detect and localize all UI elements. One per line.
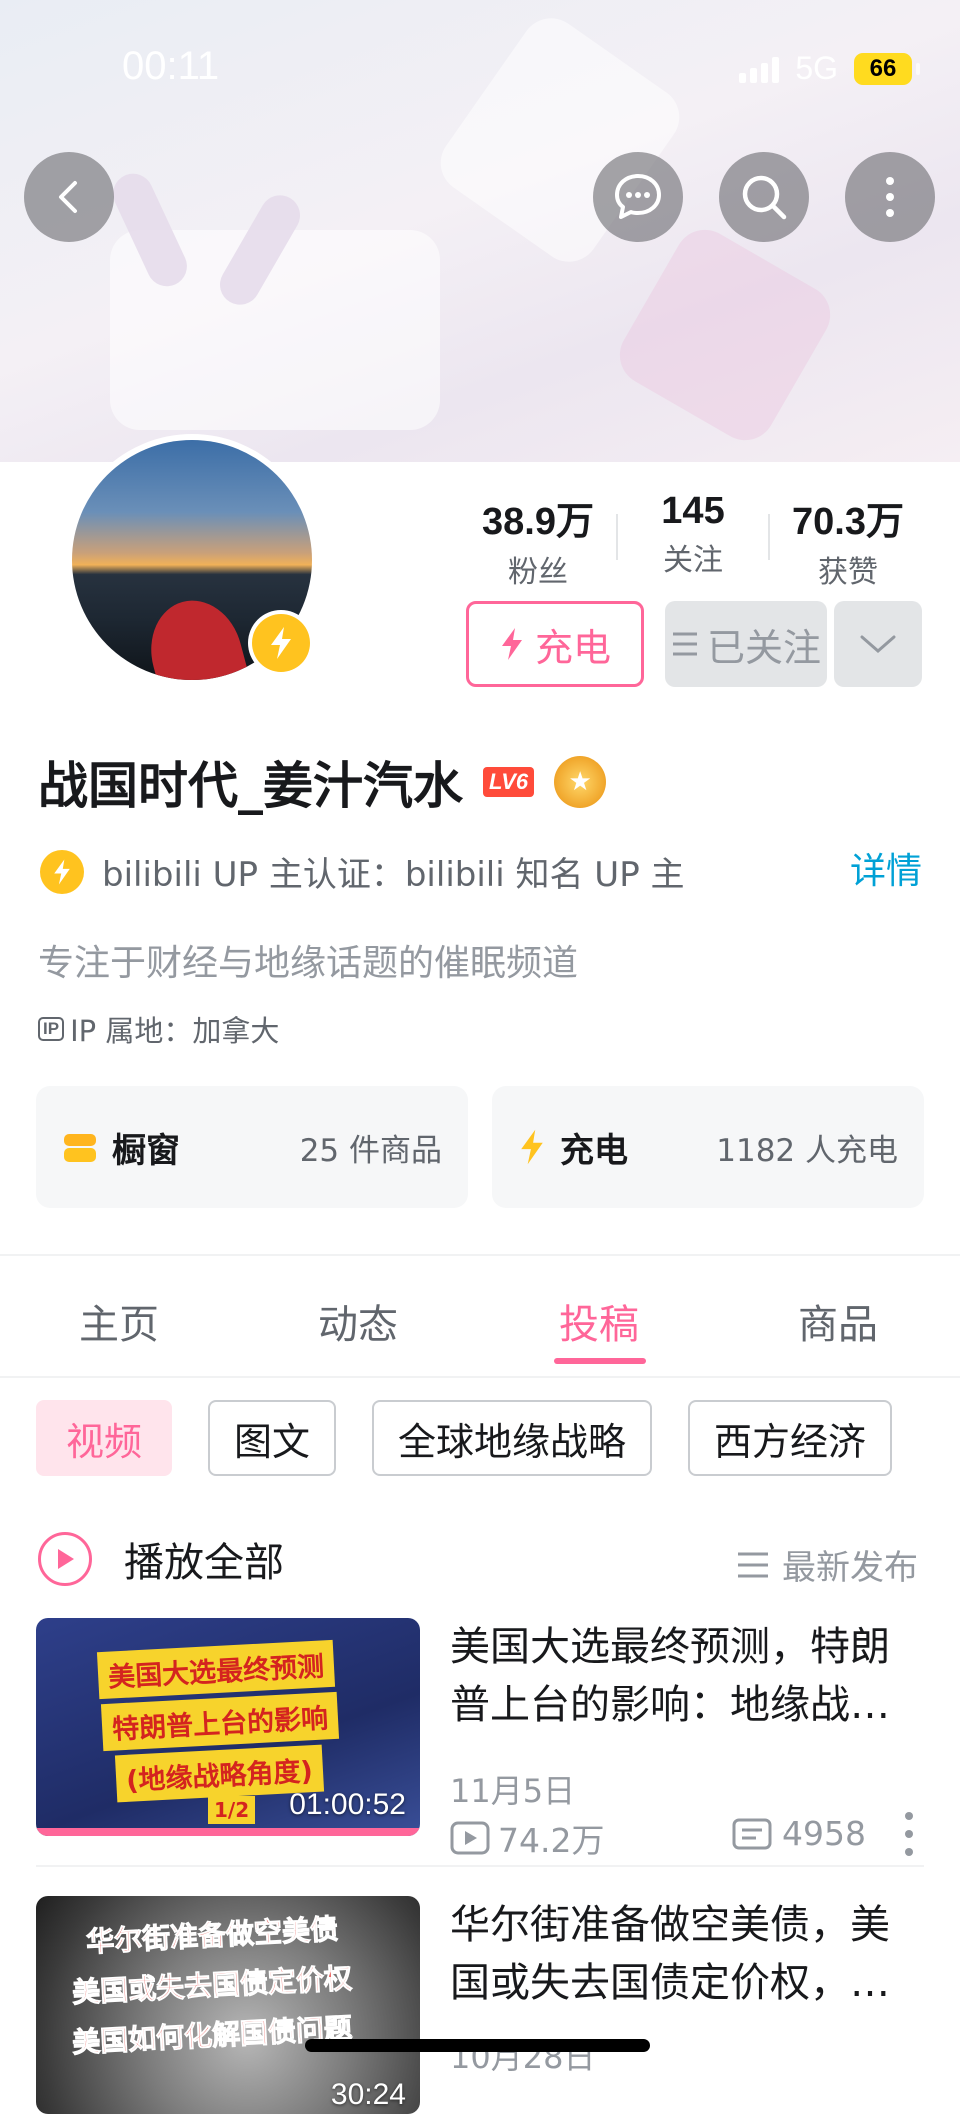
showcase-card[interactable]: 橱窗 25 件商品 [36, 1086, 468, 1208]
follow-dropdown-button[interactable] [834, 601, 922, 687]
verification-row: bilibili UP 主认证：bilibili 知名 UP 主 [40, 847, 685, 896]
stat-fans[interactable]: 38.9万 粉丝 [460, 490, 616, 591]
card-meta: 25 件商品 [299, 1132, 442, 1169]
stat-label: 关注 [663, 543, 723, 578]
video-date: 11月5日 [450, 1772, 576, 1810]
video-comments: 4958 [732, 1814, 866, 1853]
tab-submissions[interactable]: 投稿 [559, 1292, 639, 1350]
battery-level: 66 [869, 54, 897, 82]
status-time: 00:11 [122, 44, 220, 88]
tab-products[interactable]: 商品 [798, 1292, 878, 1350]
ip-location-text: IP 属地：加拿大 [70, 1014, 280, 1048]
stat-label: 粉丝 [508, 555, 568, 590]
play-all-button[interactable]: 播放全部 [38, 1530, 284, 1588]
more-options-button[interactable] [845, 152, 935, 242]
sort-label: 最新发布 [782, 1548, 918, 1588]
video-thumbnail[interactable]: 美国大选最终预测 特朗普上台的影响 (地缘战略角度) 1/2 01:00:52 [36, 1618, 420, 1836]
followed-button-label: 已关注 [706, 625, 821, 670]
video-plays: 74.2万 [450, 1814, 604, 1862]
divider [0, 1254, 960, 1256]
signature: 专注于财经与地缘话题的催眠频道 [38, 943, 579, 984]
video-title[interactable]: 华尔街准备做空美债，美国或失去国债定价权，… [450, 1896, 924, 2012]
content-filter-chips: 视频 图文 全球地缘战略 西方经济 [36, 1400, 893, 1476]
chip-video[interactable]: 视频 [36, 1400, 173, 1476]
profile-stats: 38.9万 粉丝 145 关注 70.3万 获赞 [460, 490, 926, 591]
card-title: 橱窗 [112, 1130, 180, 1171]
chevron-left-icon [59, 181, 77, 213]
thumbnail-part: 1/2 [208, 1796, 256, 1824]
battery-icon: 66 [854, 52, 920, 85]
level-badge: LV6 [483, 767, 535, 797]
divider [0, 1376, 960, 1378]
video-duration: 30:24 [330, 2078, 406, 2111]
followed-button[interactable]: 已关注 [665, 601, 827, 687]
lightning-icon [252, 614, 310, 672]
status-indicators: 5G 66 [739, 50, 920, 87]
message-button[interactable] [593, 152, 683, 242]
thumbnail-caption: 美国大选最终预测 [96, 1639, 336, 1700]
charge-button-label: 充电 [534, 625, 611, 670]
back-button[interactable] [24, 152, 114, 242]
stat-value: 145 [661, 490, 725, 532]
thumbnail-caption: 特朗普上台的影响 [100, 1691, 340, 1752]
verification-text: bilibili UP 主认证：bilibili 知名 UP 主 [102, 855, 685, 895]
video-item[interactable]: 美国大选最终预测 特朗普上台的影响 (地缘战略角度) 1/2 01:00:52 … [36, 1618, 924, 1860]
video-duration: 01:00:52 [289, 1788, 406, 1821]
sort-button[interactable]: 最新发布 [736, 1540, 918, 1589]
play-count: 74.2万 [498, 1821, 605, 1860]
video-more-button[interactable] [894, 1812, 924, 1856]
network-type: 5G [795, 50, 838, 86]
chip-geostrategy[interactable]: 全球地缘战略 [372, 1400, 653, 1476]
lightning-icon [40, 849, 84, 894]
chat-bubble-icon [615, 174, 661, 219]
watch-progress-bar [36, 1828, 420, 1836]
home-indicator [305, 2039, 650, 2052]
play-all-label: 播放全部 [124, 1540, 284, 1586]
tab-home[interactable]: 主页 [79, 1292, 159, 1350]
divider [36, 1865, 924, 1867]
search-button[interactable] [719, 152, 809, 242]
chip-western-economy[interactable]: 西方经济 [688, 1400, 893, 1476]
shop-window-icon [64, 1134, 96, 1162]
stat-value: 38.9万 [482, 501, 594, 543]
menu-lines-icon [672, 632, 697, 656]
lightning-icon [521, 1129, 543, 1165]
ip-location: IP IP 属地：加拿大 [38, 1008, 279, 1050]
video-title[interactable]: 美国大选最终预测，特朗普上台的影响：地缘战… [450, 1618, 924, 1734]
username: 战国时代_姜汁汽水 [38, 757, 463, 815]
active-tab-indicator [554, 1358, 646, 1364]
ip-icon: IP [38, 1017, 65, 1041]
card-meta: 1182 人充电 [716, 1132, 898, 1169]
chip-article[interactable]: 图文 [208, 1400, 337, 1476]
charge-badge [248, 610, 314, 676]
search-icon [742, 175, 787, 220]
charge-card[interactable]: 充电 1182 人充电 [492, 1086, 924, 1208]
profile-tabs: 主页 动态 投稿 商品 [0, 1258, 960, 1378]
profile-name-row: 战国时代_姜汁汽水 LV6 ★ [38, 746, 607, 818]
medal-icon[interactable]: ★ [554, 756, 607, 808]
play-circle-icon [38, 1532, 92, 1586]
detail-link[interactable]: 详情 [850, 842, 922, 894]
sort-lines-icon [738, 1552, 768, 1577]
stat-label: 获赞 [818, 555, 878, 590]
play-count-icon [450, 1821, 490, 1855]
lightning-icon [501, 628, 522, 660]
avatar-kayak [139, 590, 255, 680]
card-title: 充电 [560, 1130, 628, 1171]
chevron-down-icon [860, 635, 896, 653]
comment-count: 4958 [782, 1814, 866, 1853]
tab-dynamics[interactable]: 动态 [318, 1292, 398, 1350]
stat-following[interactable]: 145 关注 [618, 490, 768, 579]
video-thumbnail[interactable]: 华尔街准备做空美债 美国或失去国债定价权 美国如何化解国债问题 30:24 [36, 1896, 420, 2114]
banner-play-shape [608, 218, 842, 452]
comment-icon [732, 1818, 772, 1849]
charge-button[interactable]: 充电 [466, 601, 644, 687]
more-vertical-icon [886, 177, 894, 217]
stat-likes[interactable]: 70.3万 获赞 [770, 490, 926, 591]
signal-icon [739, 55, 780, 83]
stat-value: 70.3万 [792, 501, 904, 543]
